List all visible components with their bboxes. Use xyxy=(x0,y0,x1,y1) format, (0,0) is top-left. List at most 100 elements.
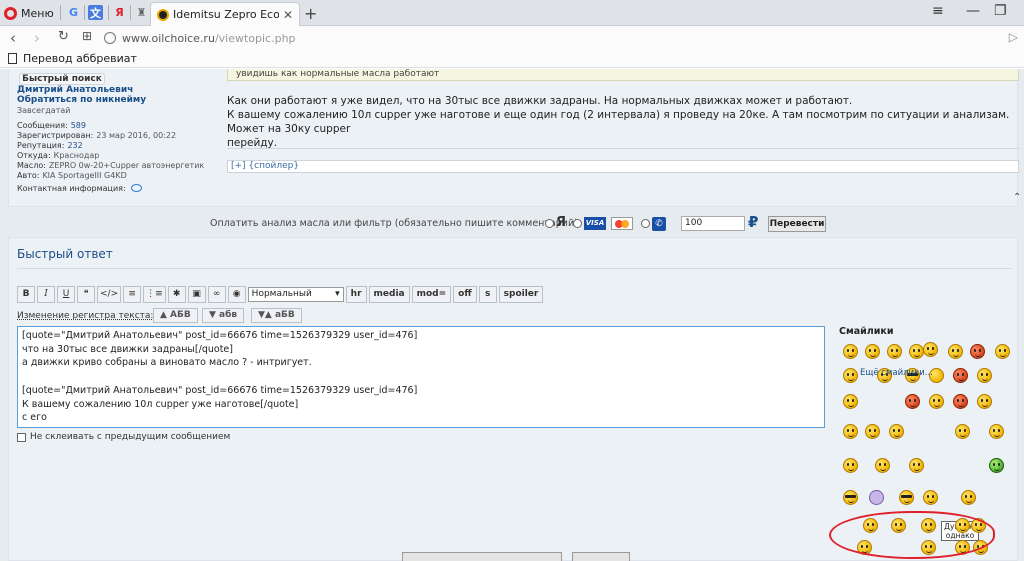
post-count-link[interactable]: 589 xyxy=(71,121,86,131)
smiley-dance-icon[interactable] xyxy=(875,458,890,473)
list-item-button[interactable]: ✱ xyxy=(167,285,186,303)
new-tab-plus-icon[interactable]: + xyxy=(304,4,317,23)
chat-bubble-icon[interactable] xyxy=(130,184,142,192)
smiley-tongue-icon[interactable] xyxy=(909,344,924,359)
smiley-angry-icon[interactable] xyxy=(970,344,985,359)
smiley-clap-icon[interactable] xyxy=(955,424,970,439)
card-radio[interactable] xyxy=(573,219,582,228)
invert-case-button[interactable]: ▼▲ аБВ xyxy=(251,308,302,323)
font-size-select[interactable]: Нормальный xyxy=(247,286,344,302)
forward-icon[interactable]: › xyxy=(34,29,40,47)
smiley-evil-icon[interactable] xyxy=(953,394,968,409)
smiley-exclaim-icon[interactable] xyxy=(843,424,858,439)
phone-radio[interactable] xyxy=(641,219,650,228)
tab-menu-icon[interactable]: ≡ xyxy=(932,3,944,19)
mod-button[interactable]: mod= xyxy=(411,285,452,303)
url-field[interactable]: www.oilchoice.ru/viewtopic.php xyxy=(104,28,1000,48)
smiley-laugh-icon[interactable] xyxy=(887,344,902,359)
contact-label: Контактная информация: xyxy=(17,184,126,193)
smiley-wave-icon[interactable] xyxy=(923,342,938,357)
strike-button[interactable]: s xyxy=(478,285,497,303)
tab-active[interactable]: Idemitsu Zepro Eco Meda ✕ xyxy=(150,2,300,26)
off-button[interactable]: off xyxy=(453,285,477,303)
bold-button[interactable]: B xyxy=(17,285,35,303)
smiley-think-icon[interactable] xyxy=(977,394,992,409)
contact-row: Контактная информация: xyxy=(17,184,217,194)
smiley-scratch-icon[interactable] xyxy=(843,458,858,473)
case-change-label: Изменение регистра текста: xyxy=(17,311,154,321)
smiley-popcorn-icon[interactable] xyxy=(909,458,924,473)
yandex-money-icon: Я xyxy=(556,215,567,230)
profile-row: Авто: KIA SportageIII G4KD xyxy=(17,171,127,180)
mention-author-link[interactable]: Обратиться по никнейму xyxy=(17,95,146,105)
signature-divider xyxy=(227,148,1019,149)
opera-menu-button[interactable]: Меню xyxy=(4,3,54,23)
browser-tab-bar: Меню G 文 Я ♜ Idemitsu Zepro Eco Meda ✕ +… xyxy=(0,0,1024,26)
lowercase-button[interactable]: ▼ абв xyxy=(202,308,245,323)
spoiler-toggle[interactable]: [+] {спойлер} xyxy=(227,160,1019,173)
image-button[interactable]: ▣ xyxy=(187,285,206,303)
smiley-grin-icon[interactable] xyxy=(843,344,858,359)
translate-tab-icon[interactable]: 文 xyxy=(88,5,103,20)
smiley-drink-icon[interactable] xyxy=(923,490,938,505)
yandex-radio[interactable] xyxy=(545,219,554,228)
smiley-question-icon[interactable] xyxy=(865,424,880,439)
smiley-devil-icon[interactable] xyxy=(905,394,920,409)
code-button[interactable]: </> xyxy=(97,285,122,303)
quick-search-tab[interactable]: Быстрый поиск xyxy=(19,73,105,85)
spoiler-button[interactable]: spoiler xyxy=(498,285,544,303)
quote-button[interactable]: ❝ xyxy=(77,285,95,303)
bookmark-item[interactable]: Перевод аббревиат xyxy=(23,52,137,65)
uppercase-button[interactable]: ▲ АБВ xyxy=(153,308,198,323)
smiley-blush-icon[interactable] xyxy=(953,368,968,383)
submit-button[interactable] xyxy=(402,552,562,561)
scroll-up-icon[interactable]: ⌃ xyxy=(1013,193,1023,203)
opera-logo-icon xyxy=(4,6,17,20)
payment-label: Оплатить анализ масла или фильтр (обязат… xyxy=(210,218,578,229)
more-smileys-link[interactable]: Ещё смайлики... xyxy=(860,368,933,378)
underline-button[interactable]: U xyxy=(57,285,75,303)
smiley-happy-icon[interactable] xyxy=(948,344,963,359)
send-icon[interactable]: ▷ xyxy=(1009,30,1018,44)
preview-button[interactable] xyxy=(572,552,630,561)
color-button[interactable]: ◉ xyxy=(227,285,246,303)
globe-icon xyxy=(104,32,116,44)
close-icon[interactable]: ✕ xyxy=(283,8,293,22)
smiley-smile-icon[interactable] xyxy=(865,344,880,359)
speed-dial-icon[interactable]: ⊞ xyxy=(82,29,92,43)
google-tab-icon[interactable]: G xyxy=(66,5,81,20)
phone-icon: ✆ xyxy=(652,217,666,231)
restore-icon[interactable]: ❐ xyxy=(994,3,1007,19)
hr-button[interactable]: hr xyxy=(345,285,367,303)
list-button[interactable]: ≡ xyxy=(123,285,142,303)
no-merge-checkbox[interactable] xyxy=(17,432,26,442)
link-button[interactable]: ∞ xyxy=(207,285,226,303)
media-button[interactable]: media xyxy=(368,285,410,303)
smiley-wink-icon[interactable] xyxy=(843,368,858,383)
yandex-tab-icon[interactable]: Я xyxy=(112,5,127,20)
reputation-link[interactable]: 232 xyxy=(67,141,82,151)
amount-input[interactable]: 100 xyxy=(681,216,745,231)
transfer-button[interactable]: Перевести xyxy=(768,216,826,232)
author-name[interactable]: Дмитрий Анатольевич xyxy=(17,85,133,95)
smiley-yawn-icon[interactable] xyxy=(843,394,858,409)
smiley-agent-icon[interactable] xyxy=(899,490,914,505)
reply-textarea[interactable]: [quote="Дмитрий Анатольевич" post_id=666… xyxy=(17,326,825,428)
smiley-boss-icon[interactable] xyxy=(843,490,858,505)
smiley-sick-icon[interactable] xyxy=(989,458,1004,473)
emblem-tab-icon[interactable]: ♜ xyxy=(134,5,149,20)
no-merge-option[interactable]: Не склеивать с предыдущим сообщением xyxy=(17,432,230,442)
smiley-sad-icon[interactable] xyxy=(929,394,944,409)
italic-button[interactable]: I xyxy=(37,285,55,303)
smiley-idea-icon[interactable] xyxy=(889,424,904,439)
smiley-surprised-icon[interactable] xyxy=(977,368,992,383)
smiley-cool-icon[interactable] xyxy=(995,344,1010,359)
smiley-alien-icon[interactable] xyxy=(869,490,884,505)
author-profile: Сообщения: 589 Зарегистрирован: 23 мар 201… xyxy=(17,121,217,194)
reload-icon[interactable]: ↻ xyxy=(58,29,69,44)
minimize-icon[interactable]: — xyxy=(966,3,980,19)
smiley-blink-icon[interactable] xyxy=(989,424,1004,439)
back-icon[interactable]: ‹ xyxy=(10,29,16,47)
numbered-list-button[interactable]: ⋮≡ xyxy=(143,285,166,303)
smiley-cap-icon[interactable] xyxy=(961,490,976,505)
